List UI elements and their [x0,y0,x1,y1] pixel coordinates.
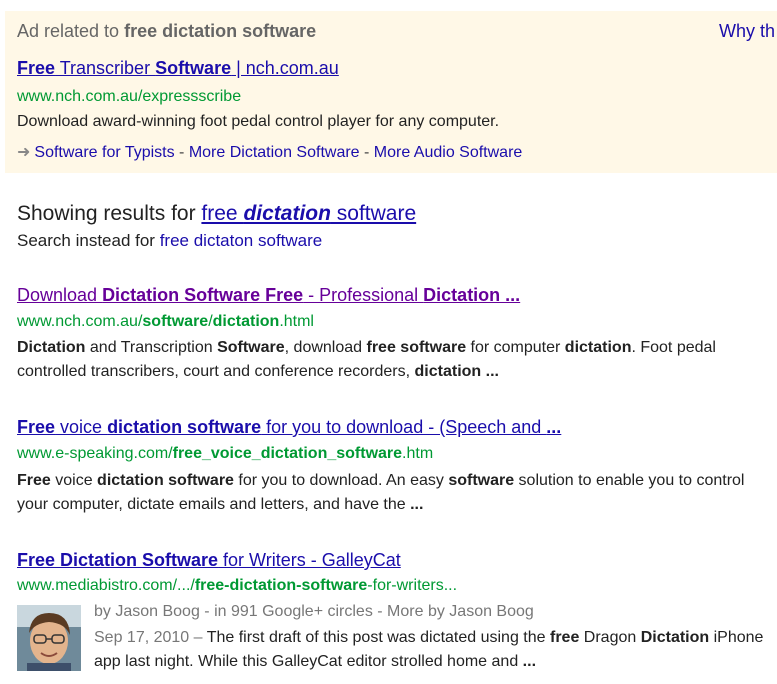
text-segment: free software [366,339,467,356]
text-segment: dictation [243,202,331,225]
ad-sitelinks: ➜ Software for Typists - More Dictation S… [17,142,522,162]
result-2-title-link[interactable]: Free voice dictation software for you to… [17,417,561,438]
text-segment: Download [17,285,103,305]
text-segment: ... [546,417,562,437]
text-segment: Dictation Software Free [102,285,304,305]
sitelink-software-for-typists[interactable]: Software for Typists [34,144,174,161]
ad-heading-prefix: Ad related to [17,21,125,41]
result-1-title-link[interactable]: Download Dictation Software Free - Profe… [17,285,520,306]
search-results-page: Ad related to free dictation software Wh… [0,0,777,684]
text-segment: Free [17,417,56,437]
ad-block: Ad related to free dictation software Wh… [5,11,777,173]
text-segment: and Transcription [85,339,218,356]
result-1-snippet: Dictation and Transcription Software, do… [17,336,767,384]
text-segment: for computer [466,339,565,356]
ad-heading: Ad related to free dictation software [17,21,316,42]
result-3-snippet: Sep 17, 2010 – The first draft of this p… [94,626,764,674]
text-segment: ... [522,653,537,670]
text-segment: software [448,472,515,489]
text-segment: Free [17,472,51,489]
text-segment: - Professional [303,285,424,305]
author-photo-icon [17,605,81,671]
text-segment: software [330,202,417,225]
result-3-author-line: by Jason Boog - in 991 Google+ circles -… [94,603,534,620]
text-segment: voice [55,417,108,437]
sitelink-separator: - [174,144,189,161]
text-segment: www.e-speaking.com/ [17,445,173,462]
corrected-query-link[interactable]: free dictation software [201,202,416,225]
text-segment: Software [217,339,285,356]
why-this-ad-link[interactable]: Why th [719,21,775,42]
result-3-date: Sep 17, 2010 [94,629,190,646]
sitelink-separator: - [359,144,374,161]
text-segment: dictation software [107,417,262,437]
sitelink-more-dictation-software[interactable]: More Dictation Software [189,144,360,161]
text-segment: ... [410,496,424,513]
result-1-url: www.nch.com.au/software/dictation.html [17,313,314,331]
text-segment: voice [50,472,98,489]
result-2-snippet: Free voice dictation software for you to… [17,469,767,517]
search-instead-for: Search instead for free dictaton softwar… [17,231,322,251]
ad-title-link[interactable]: Free Transcriber Software | nch.com.au [17,58,339,79]
text-segment: for you to download. An easy [233,472,449,489]
text-segment: Transcriber [55,58,156,78]
sitelink-more-audio-software[interactable]: More Audio Software [374,144,523,161]
text-segment: free-dictation-software [194,577,368,594]
showing-results-for: Showing results for free dictation softw… [17,202,416,226]
original-query-link[interactable]: free dictaton software [160,231,323,250]
text-segment: dictation software [97,472,234,489]
text-segment: .html [279,313,314,330]
text-segment: Dictation [17,339,86,356]
text-segment: Dictation ... [423,285,521,305]
text-segment: .htm [402,445,434,462]
instead-prefix: Search instead for [17,231,160,250]
text-segment: dictation [564,339,632,356]
text-segment: Free [17,58,56,78]
text-segment: The first draft of this post was dictate… [206,629,550,646]
text-segment: -for-writers... [367,577,458,594]
ad-description: Download award-winning foot pedal contro… [17,113,500,130]
showing-prefix: Showing results for [17,202,202,225]
text-segment: for you to download - (Speech and [261,417,547,437]
arrow-right-icon: ➜ [17,144,31,161]
text-segment: dictation ... [414,363,499,380]
text-segment: dictation [212,313,280,330]
text-segment: Software [155,58,232,78]
text-segment: Dictation [640,629,710,646]
text-segment: www.nch.com.au/ [17,313,143,330]
text-segment: | nch.com.au [231,58,339,78]
ad-display-url: www.nch.com.au/expressscribe [17,88,242,105]
text-segment: free [201,202,244,225]
ad-heading-query: free dictation software [124,21,317,41]
text-segment: for Writers - GalleyCat [218,550,401,570]
text-segment: , download [284,339,367,356]
text-segment: www.mediabistro.com/.../ [17,577,195,594]
text-segment: Free Dictation Software [17,550,219,570]
text-segment: free [549,629,580,646]
text-segment: software [142,313,209,330]
result-3-title-link[interactable]: Free Dictation Software for Writers - Ga… [17,550,401,571]
text-segment: free_voice_dictation_software [172,445,403,462]
result-2-url: www.e-speaking.com/free_voice_dictation_… [17,445,433,463]
text-segment: Dragon [579,629,641,646]
author-avatar[interactable] [17,605,81,671]
result-3-url: www.mediabistro.com/.../free-dictation-s… [17,577,457,595]
date-separator: – [189,629,207,646]
